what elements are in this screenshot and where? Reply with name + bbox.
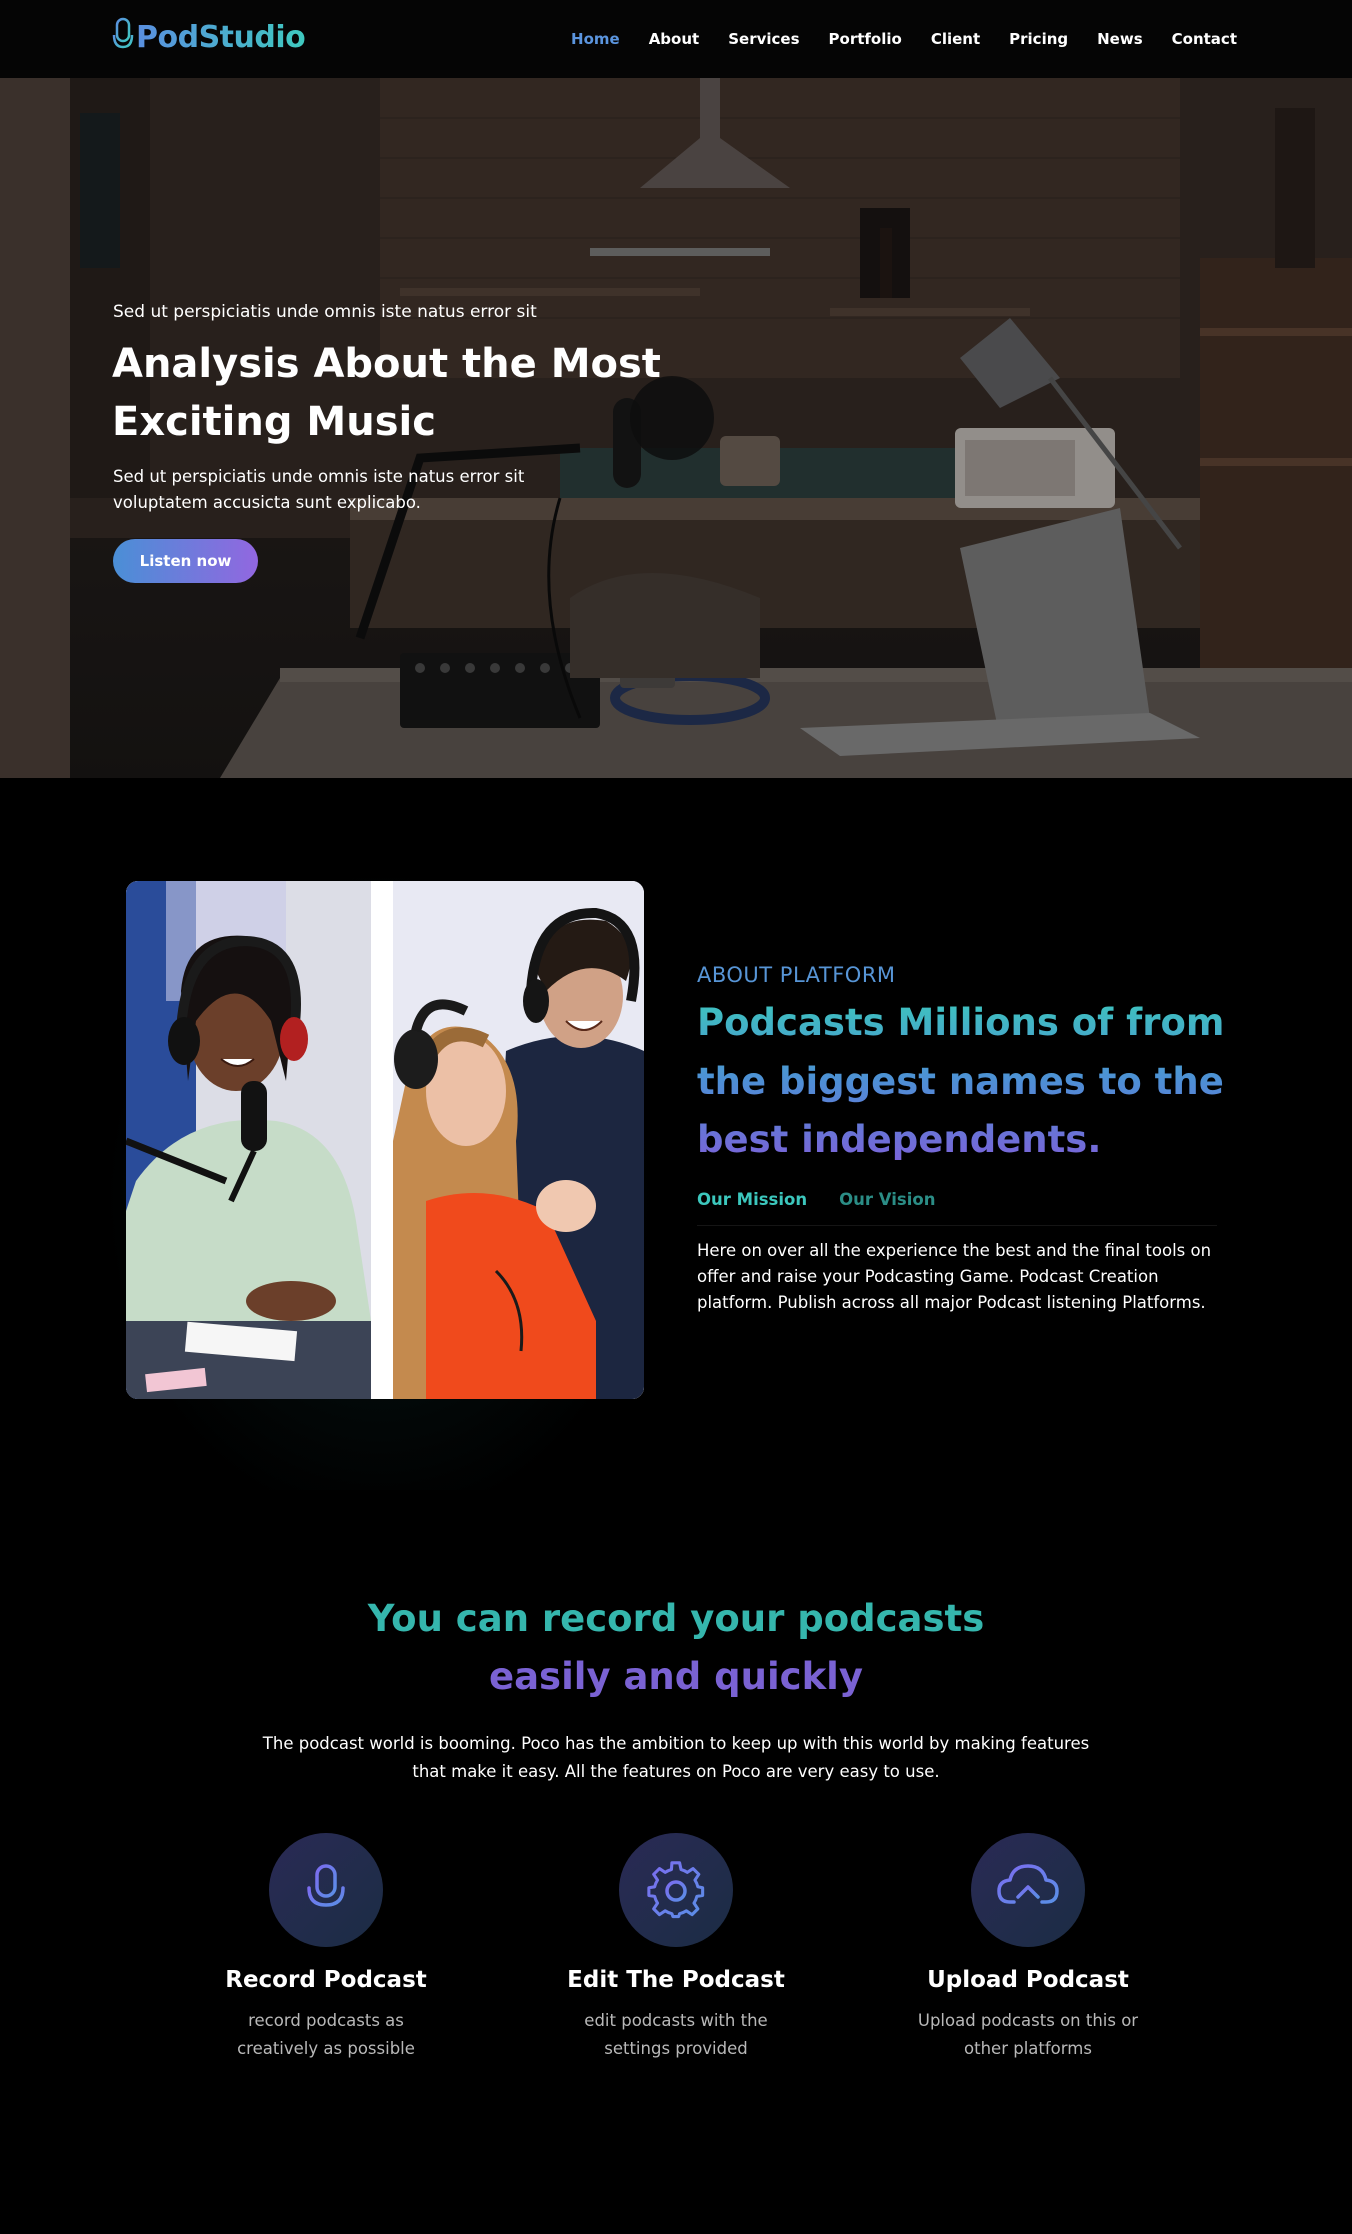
hero-description: Sed ut perspiciatis unde omnis iste natu… <box>113 467 525 512</box>
nav-home[interactable]: Home <box>571 30 620 48</box>
feature-title: Record Podcast <box>225 1967 427 1993</box>
features-title-line1: You can record your podcasts <box>367 1597 985 1640</box>
microphone-icon <box>112 17 134 55</box>
cloud-upload-icon <box>997 1864 1059 1919</box>
nav-portfolio[interactable]: Portfolio <box>829 30 902 48</box>
podcasters-photo <box>126 881 644 1399</box>
tab-our-mission[interactable]: Our Mission <box>697 1190 807 1225</box>
hero-section: Sed ut perspiciatis unde omnis iste natu… <box>0 78 1352 778</box>
nav-news[interactable]: News <box>1097 30 1143 48</box>
nav-client[interactable]: Client <box>931 30 980 48</box>
feature-upload: Upload Podcast Upload podcasts on this o… <box>878 1833 1178 2063</box>
nav-services[interactable]: Services <box>728 30 799 48</box>
nav-contact[interactable]: Contact <box>1172 30 1237 48</box>
feature-icon-circle <box>269 1833 383 1947</box>
feature-title: Edit The Podcast <box>567 1967 785 1993</box>
about-image <box>126 881 644 1399</box>
feature-icon-circle <box>971 1833 1085 1947</box>
feature-description: record podcasts as creatively as possibl… <box>237 2011 415 2058</box>
feature-description: Upload podcasts on this or other platfor… <box>917 2011 1139 2058</box>
nav-pricing[interactable]: Pricing <box>1009 30 1068 48</box>
about-kicker: ABOUT PLATFORM <box>697 963 896 987</box>
about-text: Here on over all the experience the best… <box>697 1241 1212 1312</box>
features-description: The podcast world is booming. Poco has t… <box>262 1734 1090 1781</box>
features-title-line2: easily and quickly <box>489 1655 863 1698</box>
feature-record: Record Podcast record podcasts as creati… <box>176 1833 476 2063</box>
tab-our-vision[interactable]: Our Vision <box>839 1190 935 1225</box>
brand-logo[interactable]: PodStudio <box>112 17 306 57</box>
feature-title: Upload Podcast <box>927 1967 1129 1993</box>
microphone-icon <box>307 1864 345 1917</box>
nav-about[interactable]: About <box>649 30 700 48</box>
about-tabs: Our Mission Our Vision <box>697 1190 1217 1226</box>
listen-now-button[interactable]: Listen now <box>113 539 258 583</box>
about-title: Podcasts Millions of from the biggest na… <box>697 994 1257 1170</box>
feature-icon-circle <box>619 1833 733 1947</box>
navbar: PodStudio Home About Services Portfolio … <box>0 0 1352 78</box>
brand-name: PodStudio <box>136 19 306 55</box>
main-menu: Home About Services Portfolio Client Pri… <box>542 0 1237 78</box>
hero-title: Analysis About the Most Exciting Music <box>112 341 661 445</box>
features-title: You can record your podcasts easily and … <box>0 1590 1352 1706</box>
feature-description: edit podcasts with the settings provided <box>584 2011 768 2058</box>
gear-icon <box>647 1861 705 1919</box>
feature-edit: Edit The Podcast edit podcasts with the … <box>526 1833 826 2063</box>
hero-kicker: Sed ut perspiciatis unde omnis iste natu… <box>113 302 537 322</box>
